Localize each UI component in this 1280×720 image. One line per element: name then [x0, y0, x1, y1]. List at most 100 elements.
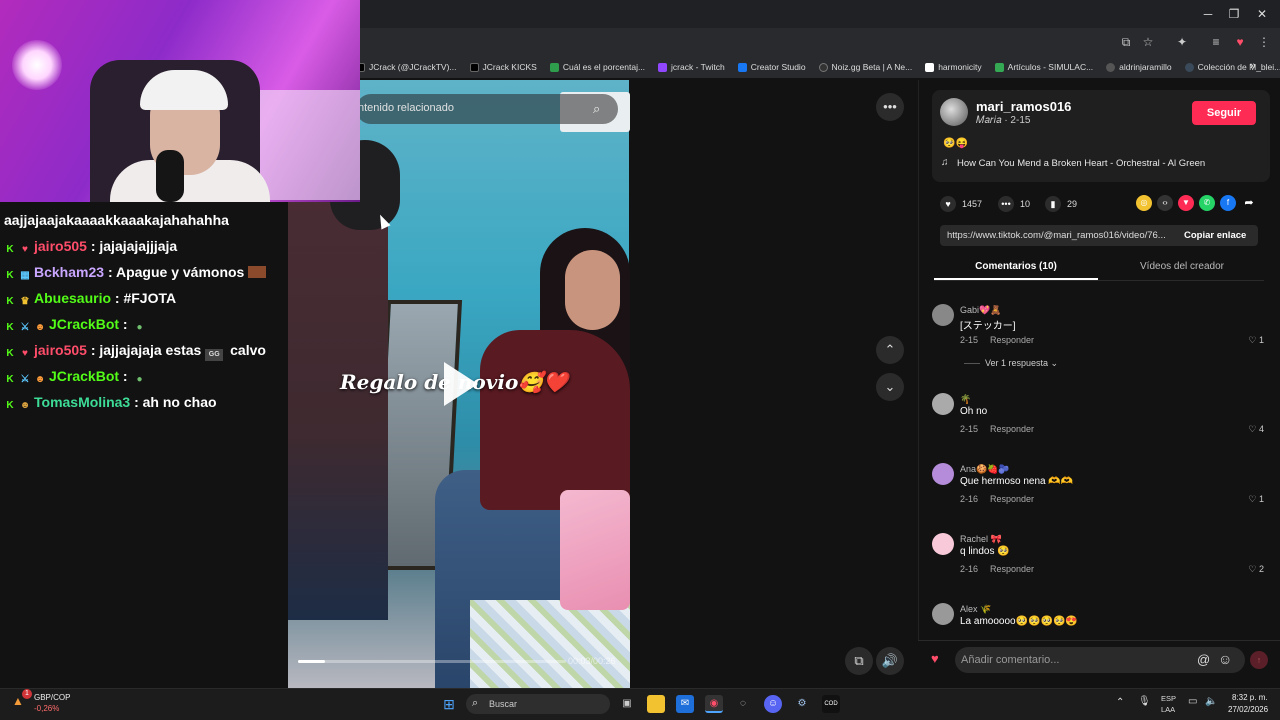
bookmark-item[interactable]: harmonicity — [925, 62, 982, 72]
bookmark-item[interactable]: JCrack (@JCrackTV)... — [356, 62, 457, 72]
obs-icon[interactable]: ◌ — [734, 695, 752, 713]
send-button[interactable]: ↑ — [1250, 651, 1268, 669]
more-bookmarks-icon[interactable]: » — [1250, 60, 1256, 72]
avatar[interactable] — [932, 603, 954, 625]
replies-divider — [964, 363, 980, 365]
facebook-icon[interactable]: f — [1220, 195, 1236, 211]
comment-author[interactable]: 🌴 — [960, 394, 971, 405]
comment-like[interactable]: ♡ 1 — [1248, 494, 1264, 505]
bookmark-item[interactable]: Cuál es el porcentaj... — [549, 62, 645, 72]
bot-badge-icon: ☻ — [34, 322, 46, 333]
clock-date: 27/02/2026 — [1228, 705, 1269, 714]
chat-username[interactable]: Abuesaurio — [34, 290, 111, 306]
minimize-button[interactable]: ─ — [1196, 6, 1220, 22]
chat-username[interactable]: jairo505 — [34, 342, 87, 358]
mention-icon[interactable]: @ — [1197, 652, 1210, 667]
install-app-icon[interactable]: ⧉ — [1118, 34, 1134, 50]
like-count: 1457 — [962, 199, 983, 209]
bookmark-item[interactable]: aldrinjaramillo — [1106, 62, 1172, 72]
call-of-duty-icon[interactable]: COD — [822, 695, 840, 713]
comment-like[interactable]: ♡ 4 — [1248, 424, 1264, 435]
microphone-icon[interactable]: 🎙 — [1138, 696, 1151, 707]
comment-author[interactable]: Alex 🌾 — [960, 604, 991, 615]
bookmark-favicon-icon — [818, 62, 828, 72]
creator-subline: 𝑀𝑎𝑟𝑖𝑎 · 2-15 — [976, 115, 1031, 126]
chrome-icon[interactable]: ◉ — [705, 695, 723, 713]
clock-time[interactable]: 8:32 p. m. — [1232, 693, 1268, 702]
comment-author[interactable]: Ana🍪🍓🫐 — [960, 464, 1010, 475]
send-to-friend-icon[interactable]: ▼ — [1178, 195, 1194, 211]
music-title[interactable]: How Can You Mend a Broken Heart - Orches… — [957, 158, 1205, 169]
discord-icon[interactable]: ☺ — [764, 695, 782, 713]
bookmark-item[interactable]: Artículos - SIMULAC... — [994, 62, 1093, 72]
emoji-icon[interactable]: ☺ — [1218, 651, 1232, 667]
save-button[interactable]: ▮ 29 — [1045, 196, 1077, 212]
previous-video-icon[interactable]: ⌃ — [876, 336, 904, 364]
whatsapp-icon[interactable]: ✆ — [1199, 195, 1215, 211]
comment-author[interactable]: Rachel 🎀 — [960, 534, 1002, 545]
restore-button[interactable]: ❐ — [1222, 6, 1246, 22]
more-options-icon[interactable]: ••• — [876, 93, 904, 121]
file-explorer-icon[interactable] — [647, 695, 665, 713]
bookmark-star-icon[interactable]: ☆ — [1140, 34, 1156, 50]
extensions-icon[interactable]: ✦ — [1174, 34, 1190, 50]
play-icon[interactable] — [444, 362, 478, 406]
view-replies-button[interactable]: Ver 1 respuesta ⌄ — [964, 358, 1058, 369]
bookmark-item[interactable]: Noiz.gg Beta | A Ne... — [818, 62, 912, 72]
profile-icon[interactable]: ♥ — [1232, 34, 1248, 50]
steam-icon[interactable]: ⚙ — [793, 695, 811, 713]
chat-message: K ☻ TomasMolina3 : ah no chao — [4, 394, 216, 412]
comment-button[interactable]: ••• 10 — [998, 196, 1030, 212]
volume-icon[interactable]: 🔊 — [876, 647, 904, 675]
comment-like[interactable]: ♡ 2 — [1248, 564, 1264, 575]
chat-username[interactable]: jairo505 — [34, 238, 87, 254]
share-coin-icon[interactable]: ◎ — [1136, 195, 1152, 211]
menu-kebab-icon[interactable]: ⋮ — [1256, 34, 1272, 50]
mail-icon[interactable]: ✉ — [676, 695, 694, 713]
webcam-overlay — [0, 0, 360, 202]
speaker-icon[interactable]: 🔈 — [1205, 696, 1217, 707]
tab-creator-videos[interactable]: Vídeos del creador — [1100, 256, 1264, 280]
reply-button[interactable]: Responder — [990, 424, 1034, 434]
next-video-icon[interactable]: ⌄ — [876, 373, 904, 401]
tab-comments[interactable]: Comentarios (10) — [934, 256, 1098, 280]
language-indicator[interactable]: ESP — [1161, 694, 1176, 703]
avatar[interactable] — [932, 533, 954, 555]
tray-chevron-icon[interactable]: ⌃ — [1116, 697, 1124, 708]
user-avatar-icon[interactable]: ♥ — [931, 651, 939, 666]
reply-button[interactable]: Responder — [990, 564, 1034, 574]
share-arrow-icon[interactable]: ➦ — [1241, 195, 1257, 211]
chat-username[interactable]: TomasMolina3 — [34, 394, 130, 410]
task-view-icon[interactable]: ▣ — [618, 695, 636, 713]
avatar[interactable] — [932, 463, 954, 485]
network-icon[interactable]: ▭ — [1188, 696, 1197, 707]
bookmark-item[interactable]: jcrack - Twitch — [658, 62, 725, 72]
search-icon[interactable]: ⌕ — [593, 101, 600, 117]
like-button[interactable]: ♥ 1457 — [940, 196, 982, 212]
avatar[interactable] — [932, 393, 954, 415]
bookmark-item[interactable]: JCrack KICKS — [469, 62, 537, 72]
video-progress-bar[interactable] — [298, 660, 566, 663]
chat-username[interactable]: JCrackBot — [49, 368, 119, 384]
comment-like[interactable]: ♡ 1 — [1248, 335, 1264, 346]
bookmark-item[interactable]: Colección de M_blei... — [1184, 62, 1280, 72]
chat-username[interactable]: Bckham23 — [34, 264, 104, 280]
chat-username[interactable]: JCrackBot — [49, 316, 119, 332]
comment-author[interactable]: Gabi💖🧸 — [960, 305, 1001, 316]
reply-button[interactable]: Responder — [990, 335, 1034, 345]
copy-link-button[interactable]: Copiar enlace — [1184, 230, 1246, 241]
avatar[interactable] — [940, 98, 968, 126]
creator-username[interactable]: mari_ramos016 — [976, 99, 1071, 114]
bookmark-label: Creator Studio — [750, 62, 806, 72]
windows-start-icon[interactable]: ⊞ — [440, 695, 458, 713]
bot-badge-icon: ☻ — [34, 374, 46, 385]
close-window-button[interactable]: ✕ — [1250, 6, 1274, 22]
avatar[interactable] — [932, 304, 954, 326]
embed-icon[interactable]: ‹› — [1157, 195, 1173, 211]
media-controls-icon[interactable]: ≡ — [1208, 34, 1224, 50]
taskbar-search[interactable] — [466, 694, 610, 714]
pip-icon[interactable]: ⧉ — [845, 647, 873, 675]
follow-button[interactable]: Seguir — [1192, 101, 1256, 125]
reply-button[interactable]: Responder — [990, 494, 1034, 504]
bookmark-item[interactable]: Creator Studio — [737, 62, 806, 72]
